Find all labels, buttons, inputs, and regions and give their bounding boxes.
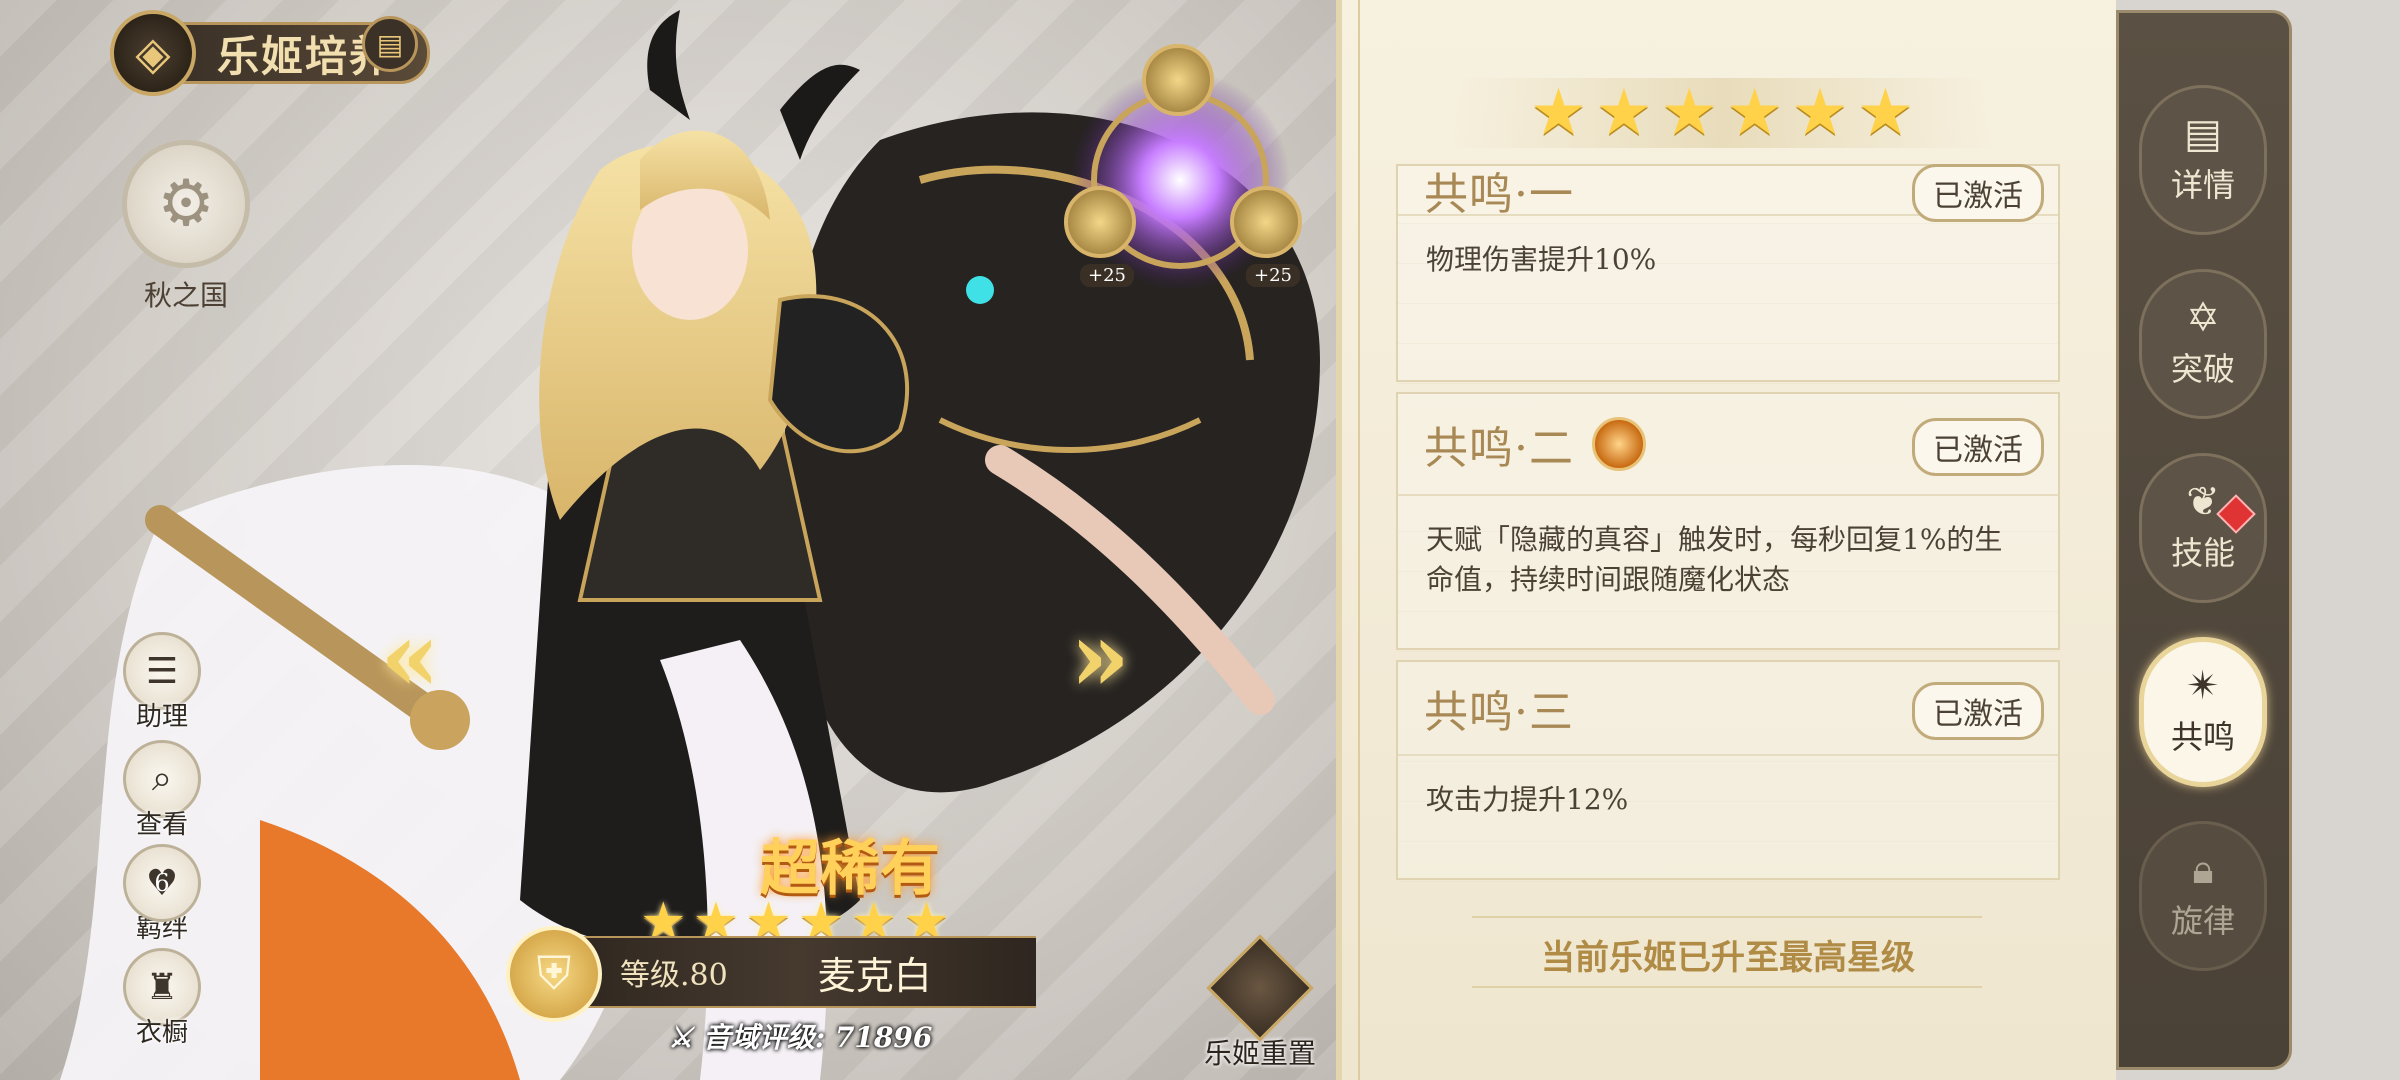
- resonance-icon: ✴: [2186, 663, 2220, 709]
- resonance-gem-right: [1230, 186, 1302, 258]
- bond-button[interactable]: ♥ 6 羁绊: [120, 844, 204, 945]
- resonance-desc: 物理伤害提升10%: [1398, 214, 2058, 384]
- assistant-label: 助理: [135, 702, 188, 732]
- star-icon: ★: [1595, 76, 1653, 150]
- resonance-desc: 天赋「隐藏的真容」触发时，每秒回复1%的生命值，持续时间跟随魔化状态: [1398, 494, 2058, 652]
- tab-label: 技能: [2170, 534, 2235, 572]
- resonance-status-badge: 已激活: [1912, 682, 2044, 740]
- tab-label: 突破: [2170, 350, 2235, 388]
- resonance-title: 共鸣·三: [1424, 687, 1574, 738]
- resonance-card-2: 共鸣·二 已激活 天赋「隐藏的真容」触发时，每秒回复1%的生命值，持续时间跟随魔…: [1396, 392, 2060, 652]
- tab-breakthrough[interactable]: ✡ 突破: [2139, 269, 2267, 419]
- shield-icon: ⛨: [506, 926, 602, 1022]
- assistant-button[interactable]: ☰ 助理: [120, 632, 204, 733]
- wardrobe-button[interactable]: ♜ 衣橱: [120, 948, 204, 1049]
- view-label: 查看: [135, 810, 188, 840]
- faction-badge[interactable]: ⚙ 秋之国: [122, 140, 250, 314]
- back-button[interactable]: ◈: [110, 10, 196, 96]
- wardrobe-label: 衣橱: [135, 1018, 188, 1048]
- resonance-status-badge: 已激活: [1912, 164, 2044, 222]
- faction-gear-icon: ⚙: [122, 140, 250, 268]
- gem-bonus-right: +25: [1246, 264, 1300, 287]
- panel-star-rating: ★ ★ ★ ★ ★ ★: [1452, 78, 1992, 148]
- side-tab-bar: ▤ 详情 ✡ 突破 ❦ 技能 ✴ 共鸣 🔒︎ 旋律: [2116, 10, 2292, 1070]
- star-icon: ★: [1791, 76, 1849, 150]
- document-button[interactable]: ▤: [362, 16, 418, 72]
- character-level: 等级.80: [620, 958, 728, 993]
- star-icon: ★: [1660, 76, 1718, 150]
- resonance-status-badge: 已激活: [1912, 418, 2044, 476]
- character-stage: +25 +25 ◈ 乐姬培养 ▤ ⚙ 秋之国 ☰ 助理 ⌕ 查看 ♥ 6 羁绊 ♜…: [0, 0, 1336, 1080]
- star-emblem-icon: ✡: [2186, 295, 2220, 341]
- max-level-notice: 当前乐姬已升至最高星级: [1541, 938, 1915, 978]
- scroll-icon: ▤: [2184, 111, 2222, 157]
- power-rating: ⚔ 音域评级: 71896: [668, 1016, 932, 1056]
- document-icon: ▤: [376, 27, 404, 61]
- next-character-arrow[interactable]: »: [1070, 600, 1130, 713]
- divider: [1472, 986, 1982, 988]
- tab-label: 共鸣: [2170, 718, 2235, 756]
- resonance-desc: 攻击力提升12%: [1398, 754, 2058, 882]
- tab-resonance[interactable]: ✴ 共鸣: [2139, 637, 2267, 787]
- star-icon: ★: [1726, 76, 1784, 150]
- star-icon: ★: [1529, 76, 1588, 150]
- resonance-gem-left: [1064, 186, 1136, 258]
- resonance-gem-icon: [1592, 417, 1646, 471]
- lock-icon: 🔒︎: [2192, 847, 2214, 893]
- star-icon: ★: [1856, 76, 1915, 150]
- faction-label: 秋之国: [143, 279, 228, 312]
- back-emblem-icon: ◈: [135, 26, 171, 80]
- heart-icon: ♥ 6: [123, 844, 201, 922]
- prev-character-arrow[interactable]: «: [380, 600, 440, 713]
- character-name: 麦克白: [817, 953, 932, 998]
- tab-skills[interactable]: ❦ 技能: [2139, 453, 2267, 603]
- reset-button[interactable]: 乐姬重置: [1200, 934, 1320, 1072]
- resonance-panel: ★ ★ ★ ★ ★ ★ 共鸣·一 已激活 物理伤害提升10% 共鸣·二 已激活 天赋「隐藏…: [1336, 0, 2116, 1080]
- resonance-title: 共鸣·二: [1424, 423, 1574, 474]
- tab-details[interactable]: ▤ 详情: [2139, 85, 2267, 235]
- resonance-gem-top: [1142, 44, 1214, 116]
- tab-melody[interactable]: 🔒︎ 旋律: [2139, 821, 2267, 971]
- character-namebar: 等级.80 麦克白: [560, 936, 1036, 1008]
- tab-label: 旋律: [2170, 902, 2235, 940]
- resonance-title: 共鸣·一: [1424, 169, 1574, 220]
- tab-label: 详情: [2170, 166, 2235, 204]
- resonance-card-1: 共鸣·一 已激活 物理伤害提升10%: [1396, 164, 2060, 384]
- divider: [1472, 916, 1982, 918]
- gem-bonus-left: +25: [1080, 264, 1134, 287]
- power-rating-text: 音域评级: 71896: [702, 1021, 933, 1054]
- view-button[interactable]: ⌕ 查看: [120, 740, 204, 841]
- wings-icon: ❦: [2186, 479, 2220, 525]
- resonance-card-3: 共鸣·三 已激活 攻击力提升12%: [1396, 660, 2060, 882]
- crossed-swords-icon: ⚔: [668, 1021, 703, 1054]
- bond-level-badge: 6: [154, 869, 170, 897]
- reset-emblem-icon: [1206, 934, 1314, 1042]
